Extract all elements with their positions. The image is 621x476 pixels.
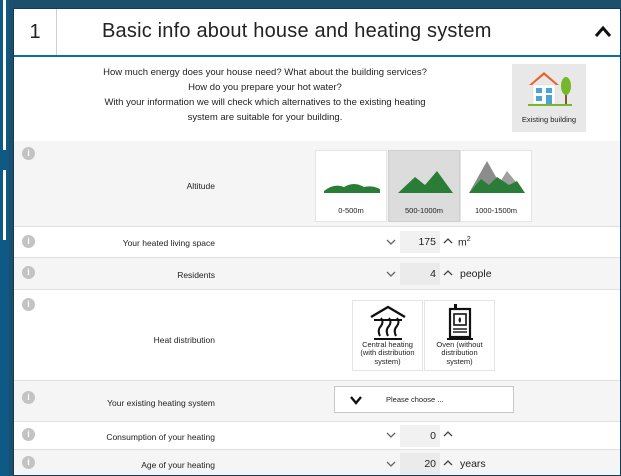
- existing-building-option[interactable]: Existing building: [512, 64, 586, 132]
- decrement-chevron-down-icon[interactable]: [384, 268, 398, 280]
- central-heating-icon: [370, 305, 406, 340]
- left-edge-strip: [0, 0, 9, 476]
- altitude-option-mid[interactable]: 500-1000m: [388, 150, 460, 222]
- altitude-option-low[interactable]: 0-500m: [315, 150, 387, 222]
- dropdown-chevron-down-icon: [350, 396, 362, 405]
- living-space-input[interactable]: 175: [400, 231, 440, 253]
- existing-heating-select[interactable]: Please choose ...: [334, 386, 514, 413]
- heat-option-label: Central heating (with distribution syste…: [360, 339, 415, 366]
- living-space-row: i Your heated living space 175 m2: [14, 227, 620, 258]
- altitude-option-label: 500-1000m: [405, 206, 443, 215]
- intro-line: With your information we will check whic…: [104, 97, 426, 108]
- consumption-label: Consumption of your heating: [106, 432, 215, 442]
- oven-icon: [447, 304, 473, 340]
- info-icon[interactable]: i: [22, 428, 35, 441]
- age-row: i Age of your heating 20 years: [14, 450, 620, 475]
- heat-option-label: Oven (without distribution system): [436, 339, 483, 366]
- residents-input[interactable]: 4: [400, 263, 440, 285]
- consumption-row: i Consumption of your heating 0: [14, 422, 620, 450]
- edge-highlight: [3, 0, 6, 150]
- existing-building-label: Existing building: [521, 115, 577, 124]
- increment-chevron-up-icon[interactable]: [441, 457, 455, 469]
- info-icon[interactable]: i: [22, 147, 35, 160]
- info-icon[interactable]: i: [22, 235, 35, 248]
- section-panel: 1 Basic info about house and heating sys…: [13, 8, 621, 476]
- intro-block: How much energy does your house need? Wh…: [14, 57, 620, 142]
- age-unit: years: [460, 458, 486, 470]
- age-label: Age of your heating: [141, 460, 215, 470]
- high-mountains-icon: [469, 161, 525, 193]
- heat-option-oven[interactable]: Oven (without distribution system): [424, 300, 495, 371]
- collapse-chevron-up-icon[interactable]: [592, 21, 614, 43]
- altitude-option-high[interactable]: 1000-1500m: [460, 150, 532, 222]
- altitude-row: i Altitude 0-500m 500-1000m 1000-1500m: [14, 141, 620, 227]
- existing-heating-placeholder: Please choose ...: [386, 395, 444, 404]
- altitude-option-label: 1000-1500m: [474, 206, 518, 215]
- existing-heating-row: i Your existing heating system Please ch…: [14, 381, 620, 422]
- section-number: 1: [14, 9, 57, 55]
- residents-unit: people: [460, 268, 492, 280]
- mid-mountains-icon: [398, 171, 453, 193]
- decrement-chevron-down-icon[interactable]: [384, 236, 398, 248]
- living-space-label: Your heated living space: [122, 238, 215, 248]
- altitude-option-label: 0-500m: [338, 206, 364, 215]
- section-title: Basic info about house and heating syste…: [102, 20, 492, 42]
- info-icon[interactable]: i: [22, 266, 35, 279]
- house-icon: [528, 72, 572, 106]
- info-icon[interactable]: i: [22, 298, 35, 311]
- heat-option-central[interactable]: Central heating (with distribution syste…: [352, 300, 423, 371]
- info-icon[interactable]: i: [22, 456, 35, 469]
- age-input[interactable]: 20: [400, 453, 440, 475]
- residents-row: i Residents 4 people: [14, 258, 620, 290]
- living-space-unit: m2: [458, 236, 471, 249]
- consumption-input[interactable]: 0: [400, 425, 440, 447]
- heat-distribution-label: Heat distribution: [153, 335, 215, 345]
- existing-heating-label: Your existing heating system: [107, 398, 215, 408]
- info-icon[interactable]: i: [22, 391, 35, 404]
- residents-label: Residents: [177, 270, 215, 280]
- edge-highlight: [3, 170, 6, 240]
- low-hills-icon: [324, 184, 380, 193]
- increment-chevron-up-icon[interactable]: [441, 235, 455, 247]
- section-header[interactable]: 1 Basic info about house and heating sys…: [14, 9, 620, 57]
- intro-line: How much energy does your house need? Wh…: [103, 67, 427, 78]
- increment-chevron-up-icon[interactable]: [441, 267, 455, 279]
- increment-chevron-up-icon[interactable]: [441, 428, 455, 440]
- altitude-label: Altitude: [186, 181, 215, 191]
- intro-line: system are suitable for your building.: [187, 112, 343, 123]
- decrement-chevron-down-icon[interactable]: [384, 458, 398, 470]
- decrement-chevron-down-icon[interactable]: [384, 429, 398, 441]
- intro-text: How much energy does your house need? Wh…: [56, 65, 474, 125]
- heat-distribution-row: i Heat distribution Central heating (wit…: [14, 290, 620, 381]
- intro-line: How do you prepare your hot water?: [188, 82, 342, 93]
